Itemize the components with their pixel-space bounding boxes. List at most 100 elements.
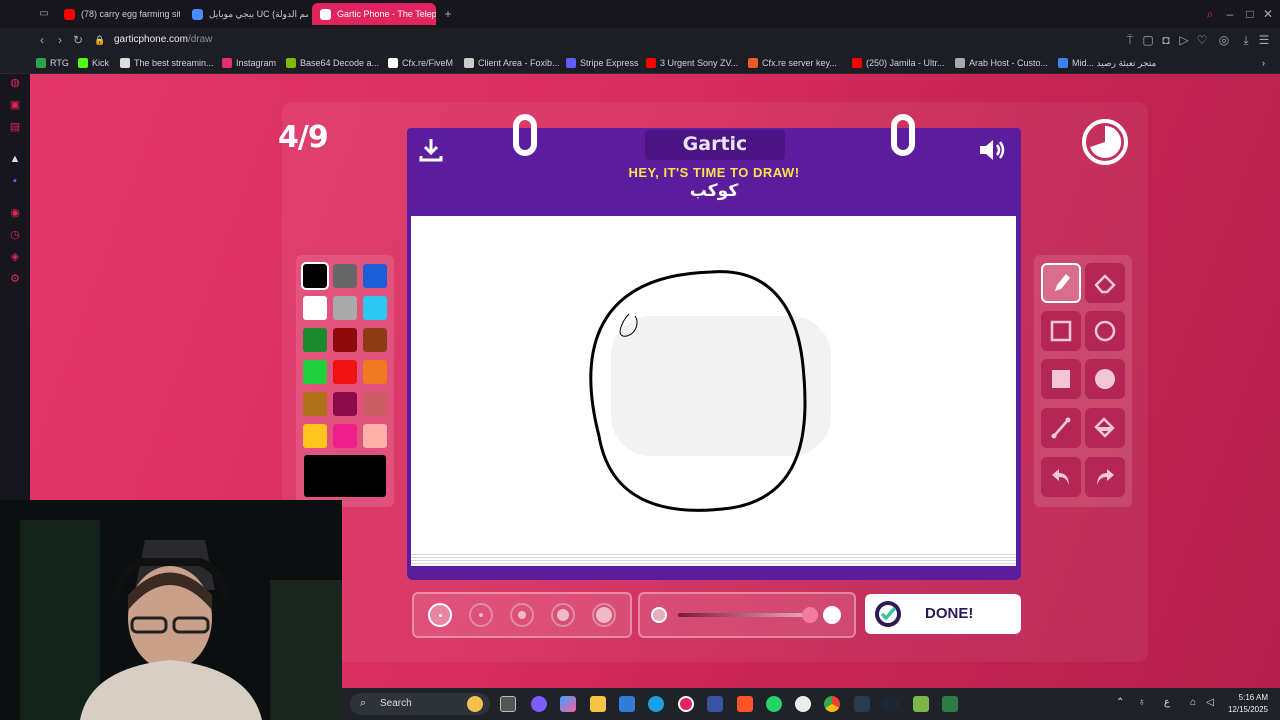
whatsapp-icon[interactable] [766, 696, 782, 712]
tab-youtube-egg[interactable]: (78) carry egg farming sit [56, 3, 180, 25]
download-icon[interactable]: ⤓ [1238, 32, 1254, 48]
store-icon[interactable] [619, 696, 635, 712]
undo-button[interactable] [1041, 457, 1081, 497]
bookmark-item[interactable]: Mid... متجر تعبئة رصيد [1058, 56, 1156, 70]
edge-icon[interactable] [648, 696, 664, 712]
account-icon[interactable]: ◎ [1216, 32, 1232, 48]
close-window-button[interactable]: ✕ [1260, 6, 1276, 22]
done-button[interactable]: DONE! [865, 594, 1021, 634]
brush-size-3[interactable] [510, 603, 534, 627]
ellipse-outline-tool-button[interactable] [1085, 311, 1125, 351]
steam-icon[interactable] [883, 696, 899, 712]
clock-time[interactable]: 5:16 AM [1239, 693, 1268, 702]
volume-icon[interactable]: ◁ [1206, 697, 1214, 708]
bookmark-item[interactable]: (250) Jamila - Ultr... [852, 56, 945, 70]
maximize-button[interactable]: □ [1242, 6, 1258, 22]
brush-size-2[interactable] [469, 603, 493, 627]
network-icon[interactable]: ⌂ [1190, 697, 1196, 708]
sound-toggle-button[interactable] [977, 136, 1009, 164]
color-swatch[interactable] [303, 296, 327, 320]
sidebar-ai-icon[interactable]: ▲ [8, 152, 22, 166]
bookmark-item[interactable]: Cfx.re/FiveM [388, 56, 453, 70]
color-swatch[interactable] [333, 264, 357, 288]
color-swatch[interactable] [363, 328, 387, 352]
color-swatch[interactable] [303, 424, 327, 448]
color-swatch[interactable] [301, 262, 329, 290]
color-swatch[interactable] [333, 392, 357, 416]
pen-tool-button[interactable] [1041, 263, 1081, 303]
sidebar-twitch-icon[interactable]: ▪ [8, 174, 22, 188]
snapshot-icon[interactable]: ▢ [1140, 32, 1156, 48]
bookmark-item[interactable]: The best streamin... [120, 56, 214, 70]
bookmark-item[interactable]: Instagram [222, 56, 276, 70]
rectangle-outline-tool-button[interactable] [1041, 311, 1081, 351]
tab-pubg-uc[interactable]: ببجي موبايل UC (اسم الدولة) [184, 3, 308, 25]
url-field[interactable]: garticphone.com/draw [114, 34, 212, 45]
microphone-icon[interactable]: ♁ [1138, 697, 1146, 708]
sidebar-mail-icon[interactable]: ▤ [8, 120, 22, 134]
rectangle-fill-tool-button[interactable] [1041, 359, 1081, 399]
chrome-icon[interactable] [824, 696, 840, 712]
bookmark-item[interactable]: RTG [36, 56, 69, 70]
sidebar-history-icon[interactable]: ◷ [8, 228, 22, 242]
copilot-icon[interactable] [560, 696, 576, 712]
search-tabs-icon[interactable]: ⌕ [1202, 6, 1218, 22]
brave-icon[interactable] [737, 696, 753, 712]
language-indicator[interactable]: ع [1164, 697, 1170, 708]
ellipse-fill-tool-button[interactable] [1085, 359, 1125, 399]
opera-taskbar-icon[interactable] [678, 696, 694, 712]
sidebar-extensions-icon[interactable]: ◈ [8, 250, 22, 264]
bookmarks-overflow-icon[interactable]: › [1262, 56, 1265, 70]
color-swatch[interactable] [333, 360, 357, 384]
obs-icon[interactable] [795, 696, 811, 712]
bookmark-item[interactable]: 3 Urgent Sony ZV... [646, 56, 738, 70]
drawing-canvas[interactable] [411, 216, 1016, 552]
sidebar-news-icon[interactable]: ▣ [8, 98, 22, 112]
forward-icon[interactable]: › [52, 32, 68, 48]
bookmark-item[interactable]: Client Area - Foxib... [464, 56, 560, 70]
brush-size-1[interactable] [428, 603, 452, 627]
bookmark-item[interactable]: Arab Host - Custo... [955, 56, 1048, 70]
file-explorer-icon[interactable] [590, 696, 606, 712]
back-icon[interactable]: ‹ [34, 32, 50, 48]
eraser-tool-button[interactable] [1085, 263, 1125, 303]
bookmark-item[interactable]: Cfx.re server key... [748, 56, 837, 70]
opacity-slider-thumb[interactable] [802, 607, 818, 623]
color-swatch[interactable] [303, 360, 327, 384]
color-swatch[interactable] [363, 360, 387, 384]
color-swatch[interactable] [333, 296, 357, 320]
app-icon[interactable] [942, 696, 958, 712]
tray-overflow-icon[interactable]: ⌃ [1116, 697, 1124, 708]
favorite-icon[interactable]: ♡ [1194, 32, 1210, 48]
opacity-slider-track[interactable] [678, 613, 810, 617]
tab-gartic-phone[interactable]: Gartic Phone - The Teleph [312, 3, 436, 25]
bookmark-item[interactable]: Base64 Decode a... [286, 56, 379, 70]
lock-icon[interactable]: 🔒 [92, 32, 108, 48]
color-swatch[interactable] [363, 424, 387, 448]
discord-icon[interactable] [531, 696, 547, 712]
bookmark-item[interactable]: Stripe Express [566, 56, 639, 70]
easy-setup-icon[interactable]: ☰ [1256, 32, 1272, 48]
reload-icon[interactable]: ↻ [70, 32, 86, 48]
line-tool-button[interactable] [1041, 408, 1081, 448]
bookmark-page-icon[interactable]: ⍑ [1122, 32, 1138, 48]
sidebar-settings-icon[interactable]: ⚙ [8, 272, 22, 286]
color-swatch[interactable] [363, 264, 387, 288]
new-tab-button[interactable]: + [440, 6, 456, 22]
app-icon[interactable] [707, 696, 723, 712]
sidebar-messenger-icon[interactable]: ◍ [8, 76, 22, 90]
color-swatch[interactable] [303, 328, 327, 352]
brush-size-4[interactable] [551, 603, 575, 627]
brush-size-5[interactable] [592, 603, 616, 627]
sidebar-player-icon[interactable]: ◉ [8, 206, 22, 220]
vpn-icon[interactable]: ◘ [1158, 32, 1174, 48]
app-icon[interactable] [854, 696, 870, 712]
color-swatch[interactable] [303, 392, 327, 416]
color-swatch[interactable] [363, 392, 387, 416]
task-view-icon[interactable] [500, 696, 516, 712]
tab-menu-icon[interactable]: ▭ [36, 6, 52, 22]
clock-date[interactable]: 12/15/2025 [1228, 705, 1268, 714]
color-swatch[interactable] [333, 328, 357, 352]
download-drawing-button[interactable] [417, 136, 445, 164]
minimize-button[interactable]: – [1222, 6, 1238, 22]
